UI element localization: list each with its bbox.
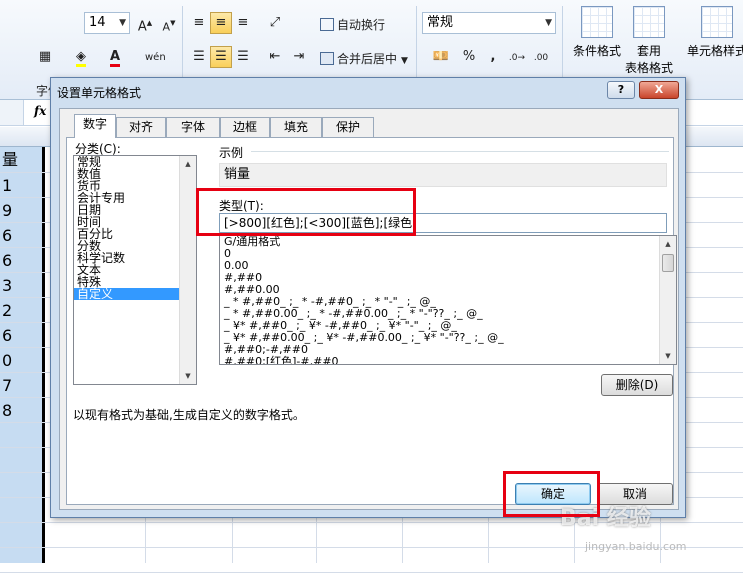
close-button[interactable]: X bbox=[639, 81, 679, 99]
type-input[interactable]: [>800][红色];[<300][蓝色];[绿色] bbox=[219, 213, 667, 233]
font-size-combo[interactable]: 14 ▼ bbox=[84, 12, 130, 34]
wrap-text-icon bbox=[320, 18, 334, 31]
selection-border bbox=[42, 147, 45, 563]
format-scrollbar[interactable]: ▲ ▼ bbox=[659, 236, 676, 364]
align-right-icon[interactable]: ☰ bbox=[232, 46, 254, 68]
cell-style-icon bbox=[701, 6, 733, 38]
format-code-item[interactable]: G/通用格式 bbox=[220, 236, 676, 248]
format-as-table-label-1: 套用 bbox=[636, 44, 661, 58]
function-icon[interactable]: fx bbox=[34, 104, 46, 118]
phonetic-icon[interactable]: wén bbox=[144, 46, 166, 68]
cell-value[interactable]: 0 bbox=[0, 348, 42, 373]
align-top-icon[interactable]: ≡ bbox=[188, 12, 210, 34]
scroll-down-icon[interactable]: ▼ bbox=[660, 348, 676, 364]
tab-2[interactable]: 字体 bbox=[166, 117, 220, 137]
format-code-item[interactable]: #,##0 bbox=[220, 272, 676, 284]
scroll-thumb[interactable] bbox=[662, 254, 674, 272]
divider bbox=[251, 151, 669, 152]
merge-center-icon bbox=[320, 52, 334, 65]
dialog-title: 设置单元格格式 bbox=[57, 86, 142, 100]
align-left-icon[interactable]: ☰ bbox=[188, 46, 210, 68]
number-format-combo[interactable]: 常规 ▼ bbox=[422, 12, 556, 34]
align-middle-icon[interactable]: ≡ bbox=[210, 12, 232, 34]
format-code-item[interactable]: 0.00 bbox=[220, 260, 676, 272]
type-label: 类型(T): bbox=[219, 199, 264, 213]
delete-button[interactable]: 删除(D) bbox=[601, 374, 673, 396]
tab-3[interactable]: 边框 bbox=[220, 117, 270, 137]
cell-value[interactable]: 2 bbox=[0, 298, 42, 323]
format-cells-dialog: 设置单元格格式 ? X 数字 对齐 字体 边框 填充 保护 分类(C): 常规 数值 货币 会计… bbox=[50, 77, 686, 518]
fill-color-icon[interactable]: ◈ bbox=[70, 46, 92, 68]
decrease-indent-icon[interactable]: ⇤ bbox=[264, 46, 286, 68]
category-item[interactable]: 自定义 bbox=[74, 288, 196, 300]
format-code-items: G/通用格式 0 0.00 #,##0 #,##0.00 _ * #,##0_ ;_ * … bbox=[220, 236, 676, 365]
format-as-table-icon bbox=[633, 6, 665, 38]
dialog-body: 数字 对齐 字体 边框 填充 保护 分类(C): 常规 数值 货币 会计专用 日期 时间 百分比 分数科… bbox=[59, 108, 679, 510]
increase-decimal-icon[interactable]: .0→ bbox=[506, 46, 528, 68]
scroll-up-icon[interactable]: ▲ bbox=[660, 236, 676, 252]
category-items: 常规 数值 货币 会计专用 日期 时间 百分比 分数 科学记数 文本 特殊 自定义 bbox=[74, 156, 196, 300]
cell-value[interactable]: 8 bbox=[0, 398, 42, 423]
cell-value[interactable]: 3 bbox=[0, 273, 42, 298]
align-bottom-icon[interactable]: ≡ bbox=[232, 12, 254, 34]
cell-value[interactable]: 9 bbox=[0, 198, 42, 223]
format-code-item[interactable]: 0 bbox=[220, 248, 676, 260]
wrap-text-button[interactable]: 自动换行 bbox=[320, 16, 385, 33]
tab-1[interactable]: 对齐 bbox=[116, 117, 166, 137]
tab-0[interactable]: 数字 bbox=[74, 114, 116, 138]
font-size-value: 14 bbox=[89, 15, 106, 30]
border-icon[interactable]: ▦ bbox=[34, 46, 56, 68]
conditional-format-icon bbox=[581, 6, 613, 38]
sample-value: 销量 bbox=[219, 163, 667, 187]
merge-center-button[interactable]: 合并后居中 ▼ bbox=[320, 50, 408, 67]
font-color-icon[interactable]: A bbox=[104, 46, 126, 68]
number-tab-panel: 分类(C): 常规 数值 货币 会计专用 日期 时间 百分比 分数 科学记数 文本 特殊 自定义 ▲ … bbox=[66, 137, 677, 505]
tab-4[interactable]: 填充 bbox=[270, 117, 322, 137]
cell-value[interactable]: 6 bbox=[0, 223, 42, 248]
cell-style-label: 单元格样式 bbox=[686, 44, 743, 58]
increase-indent-icon[interactable]: ⇥ bbox=[288, 46, 310, 68]
scroll-up-icon[interactable]: ▲ bbox=[180, 156, 196, 172]
watermark-url: jingyan.baidu.com bbox=[585, 540, 687, 553]
chevron-down-icon: ▼ bbox=[545, 18, 552, 28]
number-format-value: 常规 bbox=[427, 15, 454, 30]
comma-button[interactable]: , bbox=[482, 46, 504, 68]
close-icon: X bbox=[654, 83, 664, 96]
cell-value[interactable]: 7 bbox=[0, 373, 42, 398]
grow-font-icon[interactable]: A▲ bbox=[134, 12, 156, 34]
chevron-down-icon: ▼ bbox=[119, 18, 126, 28]
format-code-list[interactable]: G/通用格式 0 0.00 #,##0 #,##0.00 _ * #,##0_ ;_ * … bbox=[219, 235, 677, 365]
name-box-edge bbox=[0, 100, 24, 125]
cell-header[interactable]: 量 bbox=[0, 147, 42, 172]
decrease-decimal-icon[interactable]: .00 bbox=[530, 46, 552, 68]
cell-value[interactable]: 1 bbox=[0, 173, 42, 198]
format-code-item[interactable]: #,##0;[红色]-#,##0 bbox=[220, 356, 676, 365]
format-description: 以现有格式为基础,生成自定义的数字格式。 bbox=[73, 408, 305, 422]
align-center-icon[interactable]: ☰ bbox=[210, 46, 232, 68]
sample-label: 示例 bbox=[219, 146, 244, 160]
percent-button[interactable]: % bbox=[458, 46, 480, 68]
shrink-font-icon[interactable]: A▼ bbox=[158, 12, 180, 34]
wrap-text-label: 自动换行 bbox=[337, 18, 386, 32]
category-list[interactable]: 常规 数值 货币 会计专用 日期 时间 百分比 分数 科学记数 文本 特殊 自定义 ▲ ▼ bbox=[73, 155, 197, 385]
orientation-icon[interactable]: ⤢ bbox=[264, 12, 286, 34]
currency-icon[interactable]: 💴 bbox=[426, 46, 456, 68]
scroll-down-icon[interactable]: ▼ bbox=[180, 368, 196, 384]
watermark-logo: Bai 经验 bbox=[560, 506, 651, 531]
chevron-down-icon: ▼ bbox=[401, 56, 408, 66]
cell-style-button[interactable]: 单元格样式 bbox=[682, 4, 743, 96]
format-as-table-label-2: 表格格式 bbox=[624, 61, 673, 75]
cell-value[interactable]: 6 bbox=[0, 248, 42, 273]
cell-value[interactable]: 6 bbox=[0, 323, 42, 348]
merge-center-label: 合并后居中 bbox=[337, 52, 398, 66]
sample-group: 示例 销量 bbox=[217, 144, 669, 190]
category-scrollbar[interactable]: ▲ ▼ bbox=[179, 156, 196, 384]
help-button[interactable]: ? bbox=[607, 81, 635, 99]
tab-5[interactable]: 保护 bbox=[322, 117, 374, 137]
